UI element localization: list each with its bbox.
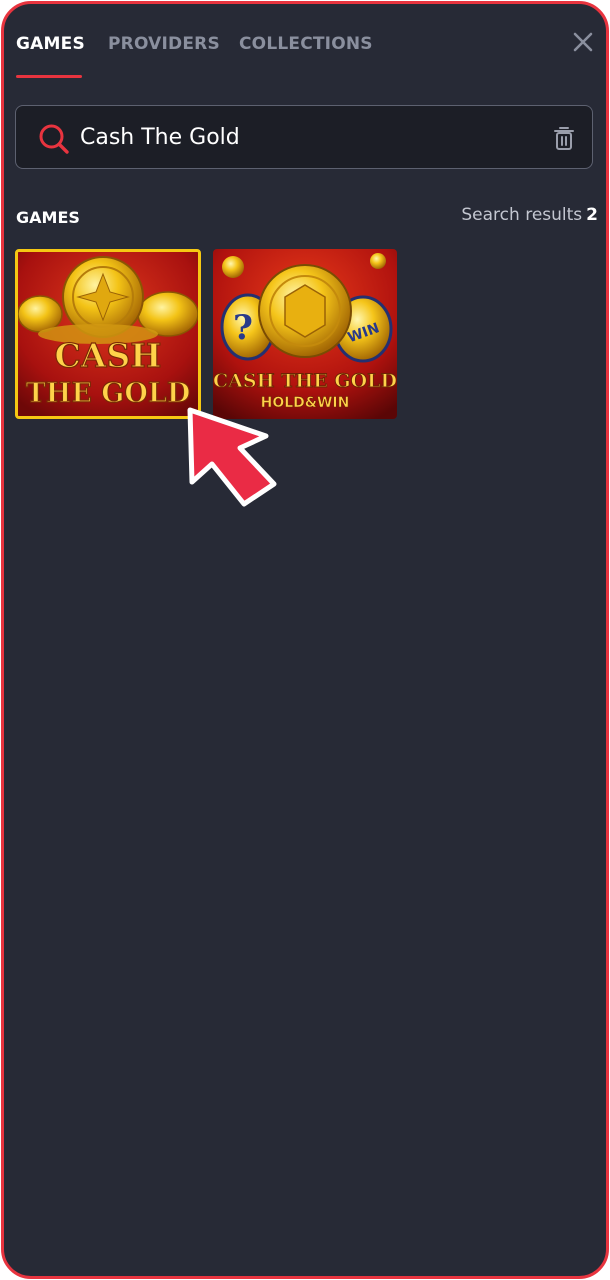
tab-games[interactable]: GAMES bbox=[16, 34, 85, 54]
game-card-cash-the-gold[interactable]: CASH THE GOLD bbox=[15, 249, 201, 419]
tab-collections[interactable]: COLLECTIONS bbox=[239, 34, 373, 54]
tab-providers[interactable]: PROVIDERS bbox=[108, 34, 220, 54]
game-search-panel: GAMES PROVIDERS COLLECTIONS GAMES Search… bbox=[1, 1, 609, 1279]
section-title: GAMES bbox=[16, 208, 80, 227]
search-icon bbox=[38, 123, 70, 155]
close-icon[interactable] bbox=[569, 28, 597, 56]
pointer-arrow-icon bbox=[182, 404, 282, 514]
active-tab-indicator bbox=[16, 75, 82, 78]
results-number: 2 bbox=[586, 205, 598, 225]
game-title-line2: THE GOLD bbox=[26, 378, 191, 409]
game-card-cash-the-gold-hold-and-win[interactable]: ? WIN CASH THE GOLD HOLD&WIN bbox=[213, 249, 397, 419]
trash-icon[interactable] bbox=[552, 125, 576, 151]
search-results-count: Search results 2 bbox=[461, 205, 598, 225]
svg-text:?: ? bbox=[233, 308, 253, 348]
game-title-line1: CASH bbox=[55, 336, 162, 375]
results-label: Search results bbox=[461, 205, 583, 225]
game-title-line1: CASH THE GOLD bbox=[213, 370, 397, 392]
game-thumbnail: ? WIN CASH THE GOLD HOLD&WIN bbox=[213, 249, 397, 419]
game-thumbnail: CASH THE GOLD bbox=[18, 252, 198, 416]
search-input[interactable] bbox=[80, 120, 520, 154]
search-bar bbox=[15, 105, 593, 169]
